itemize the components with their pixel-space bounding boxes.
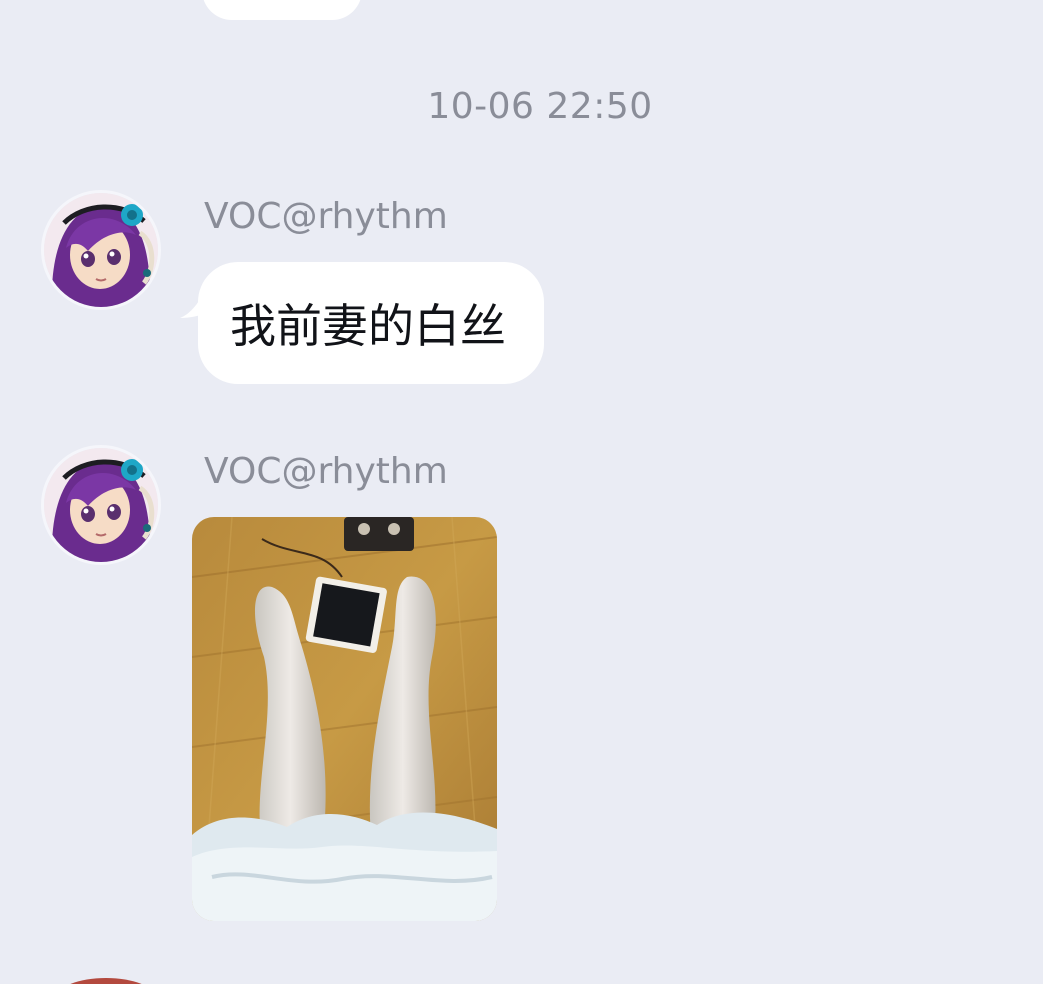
- chat-scroll-area[interactable]: 10-06 22:50 VOC@rhythm 我前妻的白丝 VOC@rhythm: [0, 0, 1043, 984]
- text-message-bubble[interactable]: 我前妻的白丝: [198, 262, 544, 384]
- message-text: 我前妻的白丝: [230, 299, 506, 353]
- anime-girl-avatar-icon: [44, 448, 158, 562]
- anime-girl-avatar-icon: [44, 193, 158, 307]
- photo-thumbnail-icon: [192, 517, 497, 921]
- sender-avatar[interactable]: [41, 445, 161, 565]
- next-sender-avatar[interactable]: [56, 978, 156, 984]
- sender-avatar[interactable]: [41, 190, 161, 310]
- sender-name[interactable]: VOC@rhythm: [204, 196, 448, 237]
- image-message[interactable]: [192, 517, 497, 921]
- previous-message-bubble[interactable]: [202, 0, 362, 20]
- sender-name[interactable]: VOC@rhythm: [204, 451, 448, 492]
- message-timestamp: 10-06 22:50: [427, 86, 653, 127]
